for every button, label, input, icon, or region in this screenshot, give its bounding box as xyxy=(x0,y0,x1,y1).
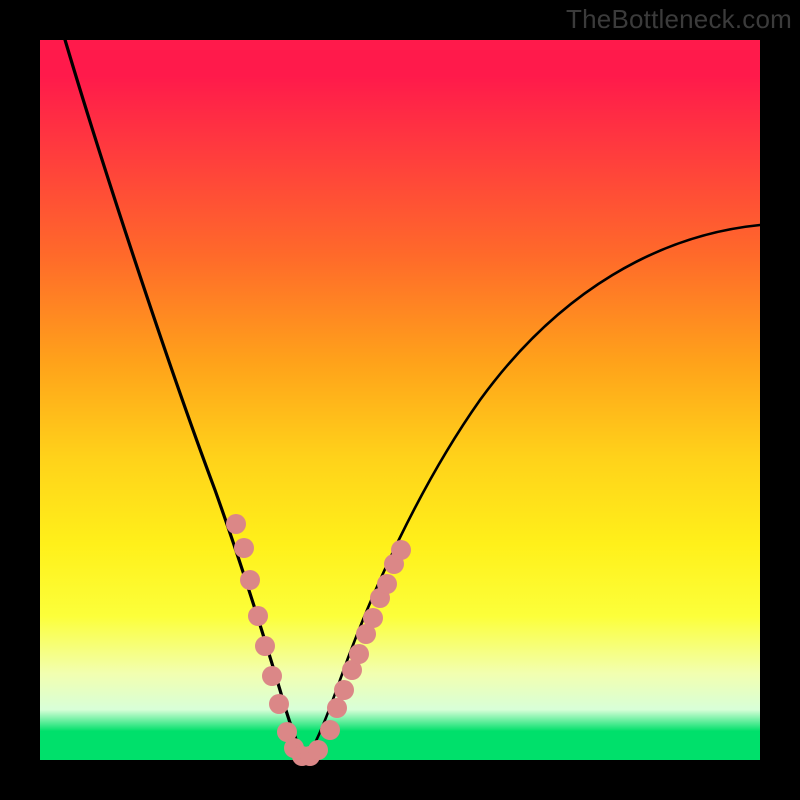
data-marker xyxy=(349,644,369,664)
data-marker xyxy=(334,680,354,700)
data-marker xyxy=(308,740,328,760)
data-marker xyxy=(320,720,340,740)
marker-group xyxy=(226,514,411,766)
data-marker xyxy=(391,540,411,560)
data-marker xyxy=(262,666,282,686)
data-marker xyxy=(363,608,383,628)
data-marker xyxy=(255,636,275,656)
data-marker xyxy=(269,694,289,714)
data-marker xyxy=(240,570,260,590)
data-marker xyxy=(248,606,268,626)
data-marker xyxy=(327,698,347,718)
data-marker xyxy=(234,538,254,558)
watermark-text: TheBottleneck.com xyxy=(566,4,792,35)
data-marker xyxy=(377,574,397,594)
chart-frame: TheBottleneck.com xyxy=(0,0,800,800)
bottleneck-curve-right xyxy=(306,225,760,758)
chart-svg xyxy=(40,40,760,760)
data-marker xyxy=(226,514,246,534)
